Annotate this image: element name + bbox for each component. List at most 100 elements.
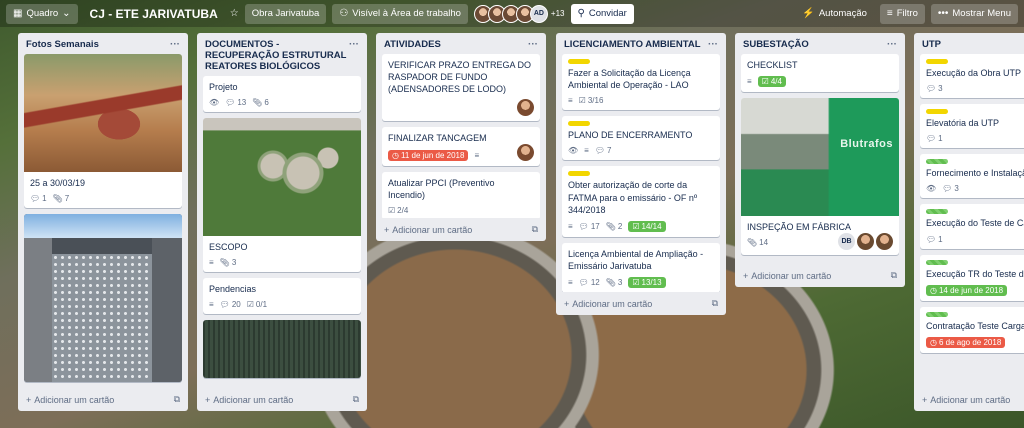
- card[interactable]: Execução do Teste de Car 💬︎ 1: [920, 204, 1024, 249]
- card[interactable]: Contratação Teste Carga ◷ 6 de ago de 201…: [920, 306, 1024, 353]
- avatar[interactable]: [517, 99, 534, 117]
- card[interactable]: [203, 320, 361, 379]
- card[interactable]: VERIFICAR PRAZO ENTREGA DO RASPADOR DE F…: [382, 54, 540, 122]
- card[interactable]: Execução da Obra UTP 💬︎ 3: [920, 54, 1024, 99]
- comments-count: 1: [938, 134, 943, 144]
- list-header[interactable]: SUBESTAÇÃO ···: [735, 33, 905, 54]
- board-title[interactable]: CJ - ETE JARIVATUBA: [84, 7, 224, 21]
- list-menu-icon[interactable]: ···: [170, 39, 180, 50]
- avatar-initials[interactable]: AD: [529, 4, 548, 23]
- clock-icon: ◷: [930, 337, 937, 347]
- comments-count: 1: [938, 234, 943, 244]
- add-card-button[interactable]: + Adicionar um cartão ⧉: [197, 388, 367, 411]
- card[interactable]: CHECKLIST ≡ ☑ 4/4: [741, 54, 899, 93]
- card[interactable]: [24, 214, 182, 383]
- list-header[interactable]: Fotos Semanais ···: [18, 33, 188, 54]
- card[interactable]: FINALIZAR TANCAGEM ◷ 11 de jun de 2018 ≡: [382, 127, 540, 166]
- chevron-down-icon: ⌄: [62, 7, 71, 19]
- list-menu-icon[interactable]: ···: [528, 39, 538, 50]
- comment-icon: 💬︎: [225, 98, 236, 108]
- description-icon: ≡: [209, 300, 214, 310]
- team-button[interactable]: Obra Jarivatuba: [244, 3, 327, 24]
- card[interactable]: ESCOPO ≡ 📎︎ 3: [203, 118, 361, 273]
- comments-badge: 💬︎ 17: [579, 222, 600, 231]
- list-menu-icon[interactable]: ···: [887, 39, 897, 50]
- filter-label: Filtro: [896, 8, 918, 19]
- add-card-button[interactable]: + Adicionar um cartão: [914, 389, 1024, 411]
- card-title: Pendencias: [209, 284, 257, 295]
- template-icon[interactable]: ⧉: [174, 394, 180, 405]
- card[interactable]: PLANO DE ENCERRAMENTO 👁︎ ≡ 💬︎ 7: [562, 116, 720, 161]
- template-icon[interactable]: ⧉: [712, 298, 718, 309]
- due-date-badge[interactable]: ◷ 11 de jun de 2018: [388, 149, 469, 161]
- description-icon: ≡: [474, 150, 480, 160]
- card[interactable]: 25 a 30/03/19 💬︎ 1 📎︎ 7: [24, 54, 182, 209]
- watch-icon: 👁︎: [568, 146, 579, 156]
- card[interactable]: Projeto 👁︎ 💬︎ 13 📎︎ 6: [203, 76, 361, 113]
- invite-button[interactable]: ⚲ Convidar: [570, 3, 634, 24]
- list-menu-icon[interactable]: ···: [349, 39, 359, 50]
- visibility-button[interactable]: ⚇ Visível à Área de trabalho: [332, 3, 468, 24]
- template-icon[interactable]: ⧉: [353, 394, 359, 405]
- card-title: ESCOPO: [209, 242, 248, 253]
- paperclip-icon: 📎︎: [605, 221, 616, 231]
- comments-badge: 💬︎ 3: [926, 84, 943, 93]
- list-header[interactable]: DOCUMENTOS - RECUPERAÇÃO ESTRUTURAL REAT…: [197, 33, 367, 76]
- card[interactable]: Fornecimento e Instalação Equipamento 👁︎…: [920, 154, 1024, 199]
- comments-badge: 💬︎ 1: [926, 235, 943, 244]
- board-members[interactable]: AD +13: [473, 4, 565, 23]
- checklist-count: 3/16: [587, 96, 604, 106]
- description-icon: ≡: [568, 278, 573, 288]
- list-title[interactable]: Fotos Semanais: [26, 39, 99, 50]
- list-title[interactable]: UTP: [922, 39, 941, 50]
- add-card-button[interactable]: + Adicionar um cartão ⧉: [735, 264, 905, 287]
- description-icon: ≡: [568, 221, 573, 231]
- list-header[interactable]: ATIVIDADES ···: [376, 33, 546, 54]
- avatar[interactable]: [517, 143, 534, 161]
- avatar-initials[interactable]: DB: [838, 233, 855, 251]
- card[interactable]: Elevatória da UTP 💬︎ 1: [920, 104, 1024, 149]
- card[interactable]: Licença Ambiental de Ampliação - Emissár…: [562, 242, 720, 292]
- comments-count: 12: [590, 278, 600, 288]
- avatar[interactable]: [876, 233, 893, 251]
- card-title: Elevatória da UTP: [926, 118, 1000, 129]
- add-card-button[interactable]: + Adicionar um cartão ⧉: [18, 388, 188, 411]
- template-icon[interactable]: ⧉: [891, 270, 897, 281]
- list-title[interactable]: SUBESTAÇÃO: [743, 39, 809, 50]
- comment-icon: 💬︎: [926, 84, 937, 94]
- card[interactable]: Atualizar PPCI (Preventivo Incendio) ☑ 2/…: [382, 171, 540, 218]
- list-title[interactable]: LICENCIAMENTO AMBIENTAL: [564, 39, 701, 50]
- due-date-badge[interactable]: ◷ 6 de ago de 2018: [926, 336, 1006, 348]
- comments-count: 1: [42, 194, 47, 204]
- list-documentos: DOCUMENTOS - RECUPERAÇÃO ESTRUTURAL REAT…: [197, 33, 367, 411]
- list-title[interactable]: DOCUMENTOS - RECUPERAÇÃO ESTRUTURAL REAT…: [205, 39, 349, 72]
- automation-label: Automação: [818, 8, 867, 19]
- star-icon[interactable]: ☆: [230, 8, 239, 19]
- description-icon: ≡: [209, 258, 214, 268]
- add-card-button[interactable]: + Adicionar um cartão ⧉: [556, 292, 726, 315]
- card[interactable]: Pendencias ≡ 💬︎ 20 ☑ 0/1: [203, 278, 361, 315]
- due-date: 14 de jun de 2018: [938, 285, 1004, 295]
- show-menu-button[interactable]: ••• Mostrar Menu: [930, 3, 1018, 24]
- card[interactable]: Blutrafos INSPEÇÃO EM FÁBRICA 📎︎ 14 DB: [741, 98, 899, 256]
- list-header[interactable]: UTP: [914, 33, 1024, 54]
- card[interactable]: Obter autorização de corte da FATMA para…: [562, 166, 720, 237]
- description-icon: ≡: [584, 146, 589, 156]
- more-members-count[interactable]: +13: [551, 9, 565, 18]
- card-title: FINALIZAR TANCAGEM: [388, 133, 487, 144]
- list-header[interactable]: LICENCIAMENTO AMBIENTAL ···: [556, 33, 726, 54]
- due-date-badge[interactable]: ◷ 14 de jun de 2018: [926, 284, 1008, 296]
- card[interactable]: Execução TR do Teste de ◷ 14 de jun de 20…: [920, 254, 1024, 301]
- add-card-button[interactable]: + Adicionar um cartão ⧉: [376, 218, 546, 241]
- template-icon[interactable]: ⧉: [532, 224, 538, 235]
- automation-button[interactable]: ⚡ Automação: [795, 4, 874, 24]
- list-title[interactable]: ATIVIDADES: [384, 39, 441, 50]
- list-utp: UTP Execução da Obra UTP 💬︎ 3 Elevatória …: [914, 33, 1024, 411]
- board-view-switcher[interactable]: ▦ Quadro ⌄: [6, 3, 78, 24]
- attachments-badge: 📎︎ 3: [606, 278, 623, 287]
- list-menu-icon[interactable]: ···: [708, 39, 718, 50]
- card[interactable]: Fazer a Solicitação da Licença Ambiental…: [562, 54, 720, 111]
- avatar[interactable]: [857, 233, 874, 251]
- board-header: ▦ Quadro ⌄ CJ - ETE JARIVATUBA ☆ Obra Ja…: [0, 0, 1024, 27]
- filter-button[interactable]: ≡ Filtro: [879, 3, 925, 24]
